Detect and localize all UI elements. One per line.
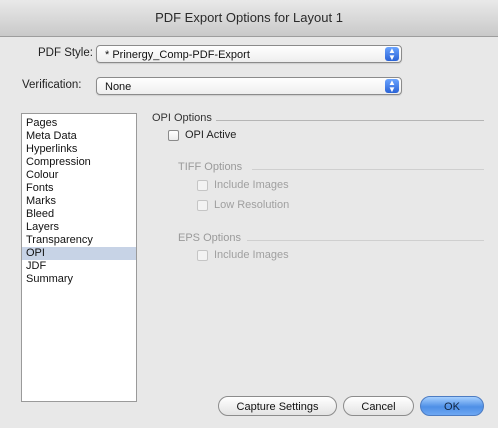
verification-label: Verification: bbox=[22, 79, 82, 91]
category-item-marks[interactable]: Marks bbox=[22, 195, 136, 208]
category-item-transparency[interactable]: Transparency bbox=[22, 234, 136, 247]
pdf-export-dialog: PDF Export Options for Layout 1 PDF Styl… bbox=[0, 0, 498, 428]
eps-include-images-checkbox[interactable] bbox=[197, 250, 208, 261]
up-down-arrows-icon: ▲ ▼ bbox=[385, 47, 399, 62]
tiff-low-resolution-checkbox[interactable] bbox=[197, 200, 208, 211]
opi-options-rule bbox=[216, 120, 484, 121]
category-item-pages[interactable]: Pages bbox=[22, 117, 136, 130]
verification-popup[interactable]: None ▲ ▼ bbox=[96, 77, 402, 95]
eps-options-rule bbox=[247, 240, 484, 241]
ok-button[interactable]: OK bbox=[420, 396, 484, 416]
pdf-style-popup[interactable]: * Prinergy_Comp-PDF-Export ▲ ▼ bbox=[96, 45, 402, 63]
pdf-style-label: PDF Style: bbox=[38, 47, 93, 59]
category-item-layers[interactable]: Layers bbox=[22, 221, 136, 234]
pdf-style-value: * Prinergy_Comp-PDF-Export bbox=[105, 49, 250, 61]
tiff-options-rule bbox=[252, 169, 484, 170]
category-list: Pages Meta Data Hyperlinks Compression C… bbox=[21, 113, 137, 402]
window-title: PDF Export Options for Layout 1 bbox=[0, 0, 498, 37]
category-item-jdf[interactable]: JDF bbox=[22, 260, 136, 273]
tiff-include-images-checkbox[interactable] bbox=[197, 180, 208, 191]
tiff-include-images-label: Include Images bbox=[214, 179, 289, 191]
tiff-options-title: TIFF Options bbox=[178, 161, 243, 173]
category-item-opi[interactable]: OPI bbox=[22, 247, 136, 260]
category-item-colour[interactable]: Colour bbox=[22, 169, 136, 182]
category-item-bleed[interactable]: Bleed bbox=[22, 208, 136, 221]
opi-active-label: OPI Active bbox=[185, 129, 237, 141]
eps-options-title: EPS Options bbox=[178, 232, 241, 244]
category-item-fonts[interactable]: Fonts bbox=[22, 182, 136, 195]
cancel-button[interactable]: Cancel bbox=[343, 396, 414, 416]
up-down-arrows-icon: ▲ ▼ bbox=[385, 79, 399, 94]
category-item-hyperlinks[interactable]: Hyperlinks bbox=[22, 143, 136, 156]
tiff-low-resolution-label: Low Resolution bbox=[214, 199, 290, 211]
eps-include-images-label: Include Images bbox=[214, 249, 289, 261]
verification-value: None bbox=[105, 81, 132, 93]
category-item-summary[interactable]: Summary bbox=[22, 273, 136, 286]
category-item-meta-data[interactable]: Meta Data bbox=[22, 130, 136, 143]
opi-active-checkbox[interactable] bbox=[168, 130, 179, 141]
category-item-compression[interactable]: Compression bbox=[22, 156, 136, 169]
capture-settings-button[interactable]: Capture Settings bbox=[218, 396, 337, 416]
opi-options-title: OPI Options bbox=[152, 112, 212, 124]
